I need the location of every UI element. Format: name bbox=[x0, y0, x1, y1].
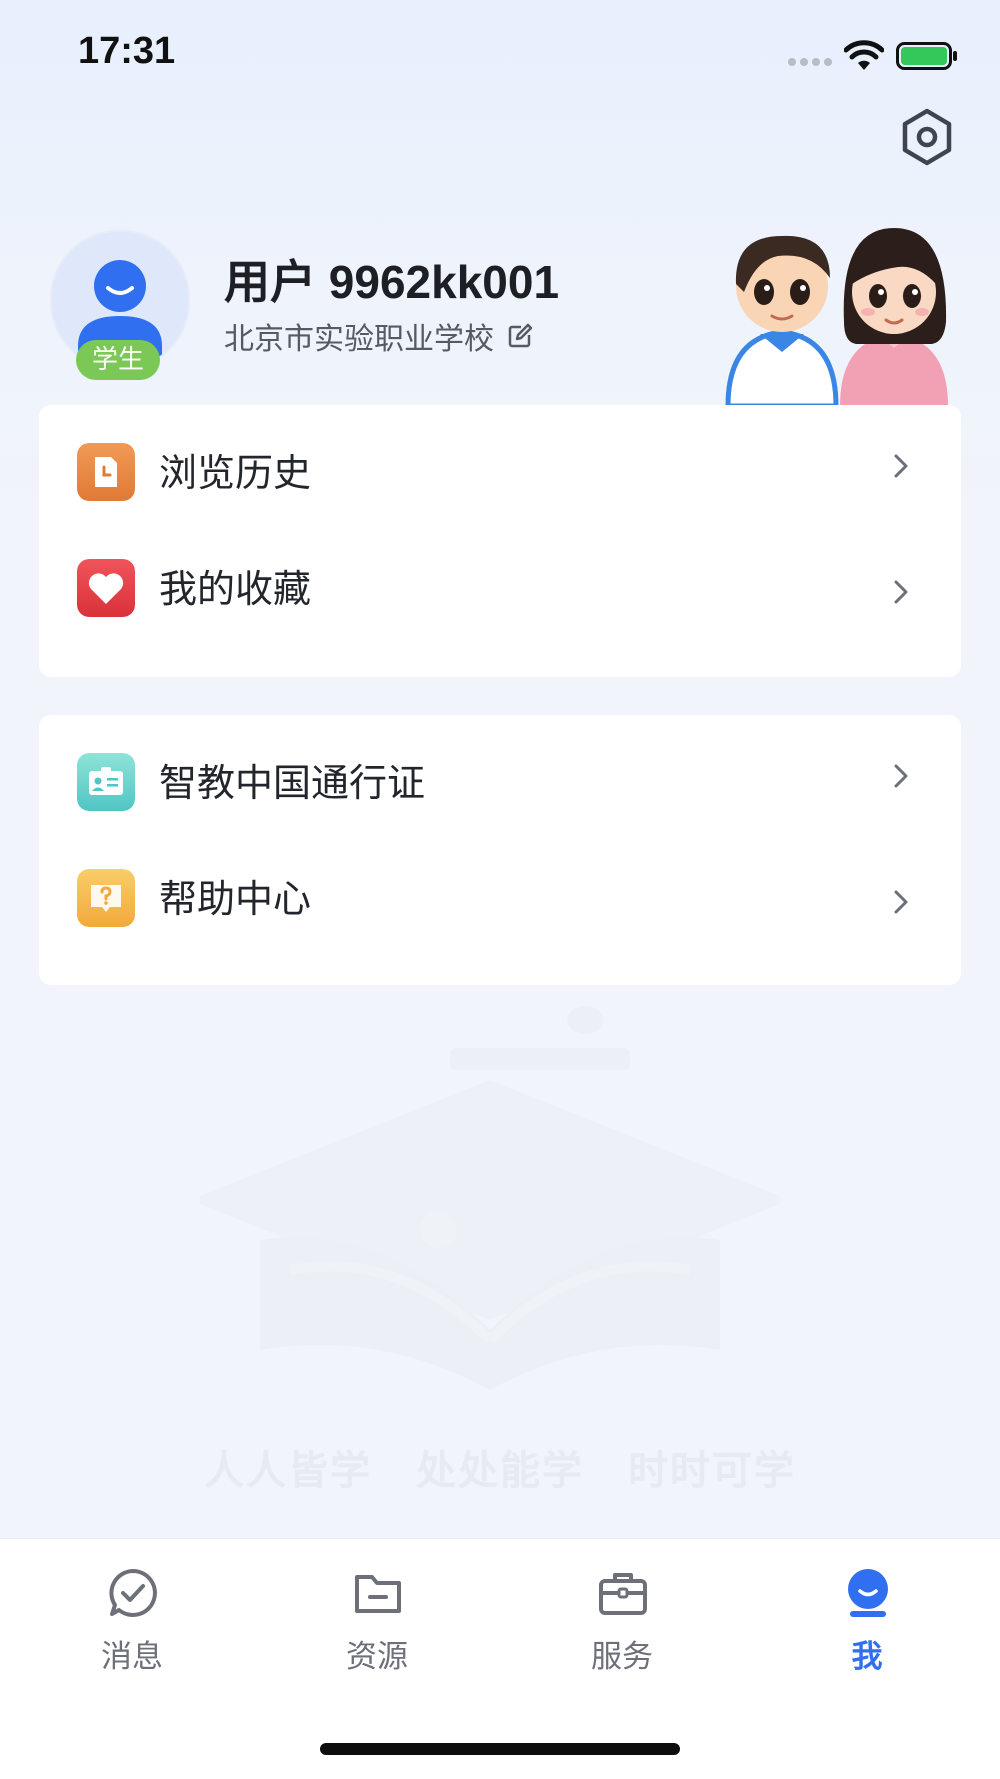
edit-icon[interactable] bbox=[507, 323, 533, 349]
chevron-right-icon bbox=[894, 580, 908, 604]
profile-icon bbox=[848, 1569, 888, 1617]
hexagon-settings-icon[interactable] bbox=[896, 106, 958, 168]
battery-icon bbox=[896, 42, 957, 70]
students-illustration bbox=[725, 228, 948, 406]
menu-label: 帮助中心 bbox=[159, 877, 312, 921]
user-avatar[interactable]: 学生 bbox=[50, 230, 190, 380]
school-row[interactable]: 北京市实验职业学校 bbox=[224, 314, 533, 357]
chevron-right-icon bbox=[894, 890, 908, 914]
message-check-icon bbox=[109, 1569, 157, 1617]
book-graduation-cap-icon bbox=[200, 1006, 780, 1390]
school-name: 北京市实验职业学校 bbox=[224, 322, 494, 357]
signal-dots-icon bbox=[788, 58, 836, 68]
wifi-icon bbox=[844, 40, 884, 70]
menu-label: 浏览历史 bbox=[159, 451, 312, 495]
menu-item-passport[interactable]: 智教中国通行证 bbox=[39, 725, 961, 841]
status-bar: 17:31 bbox=[0, 0, 1000, 110]
slogan-part: 人人皆学 bbox=[204, 1448, 373, 1494]
slogan-part: 时时可学 bbox=[627, 1448, 796, 1494]
menu-label: 智教中国通行证 bbox=[159, 761, 426, 805]
tab-label: 服务 bbox=[591, 1639, 653, 1675]
slogan: 人人皆学 处处能学 时时可学 bbox=[0, 1438, 1000, 1496]
chevron-right-icon bbox=[894, 454, 908, 478]
tab-label: 资源 bbox=[346, 1639, 408, 1675]
status-time: 17:31 bbox=[78, 30, 176, 72]
menu-item-help-center[interactable]: 帮助中心 bbox=[39, 841, 961, 957]
help-icon bbox=[77, 869, 135, 927]
menu-card-secondary: 智教中国通行证 帮助中心 bbox=[39, 715, 961, 985]
tab-label: 消息 bbox=[101, 1639, 163, 1675]
chevron-right-icon bbox=[894, 764, 908, 788]
folder-icon bbox=[355, 1575, 401, 1613]
user-name: 用户 9962kk001 bbox=[224, 256, 560, 308]
tab-services[interactable]: 服务 bbox=[542, 1539, 702, 1699]
home-indicator[interactable] bbox=[320, 1743, 680, 1755]
menu-label: 我的收藏 bbox=[159, 567, 312, 611]
menu-item-browse-history[interactable]: 浏览历史 bbox=[39, 415, 961, 531]
slogan-part: 处处能学 bbox=[416, 1448, 584, 1494]
tab-messages[interactable]: 消息 bbox=[52, 1539, 212, 1699]
briefcase-icon bbox=[599, 1573, 647, 1615]
role-badge: 学生 bbox=[76, 340, 160, 380]
tab-me[interactable]: 我 bbox=[787, 1539, 947, 1699]
heart-icon bbox=[77, 559, 135, 617]
menu-card-primary: 浏览历史 我的收藏 bbox=[39, 405, 961, 677]
history-icon bbox=[77, 443, 135, 501]
tab-label: 我 bbox=[851, 1639, 883, 1675]
id-card-icon bbox=[77, 753, 135, 811]
tab-resources[interactable]: 资源 bbox=[297, 1539, 457, 1699]
menu-item-favorites[interactable]: 我的收藏 bbox=[39, 531, 961, 647]
